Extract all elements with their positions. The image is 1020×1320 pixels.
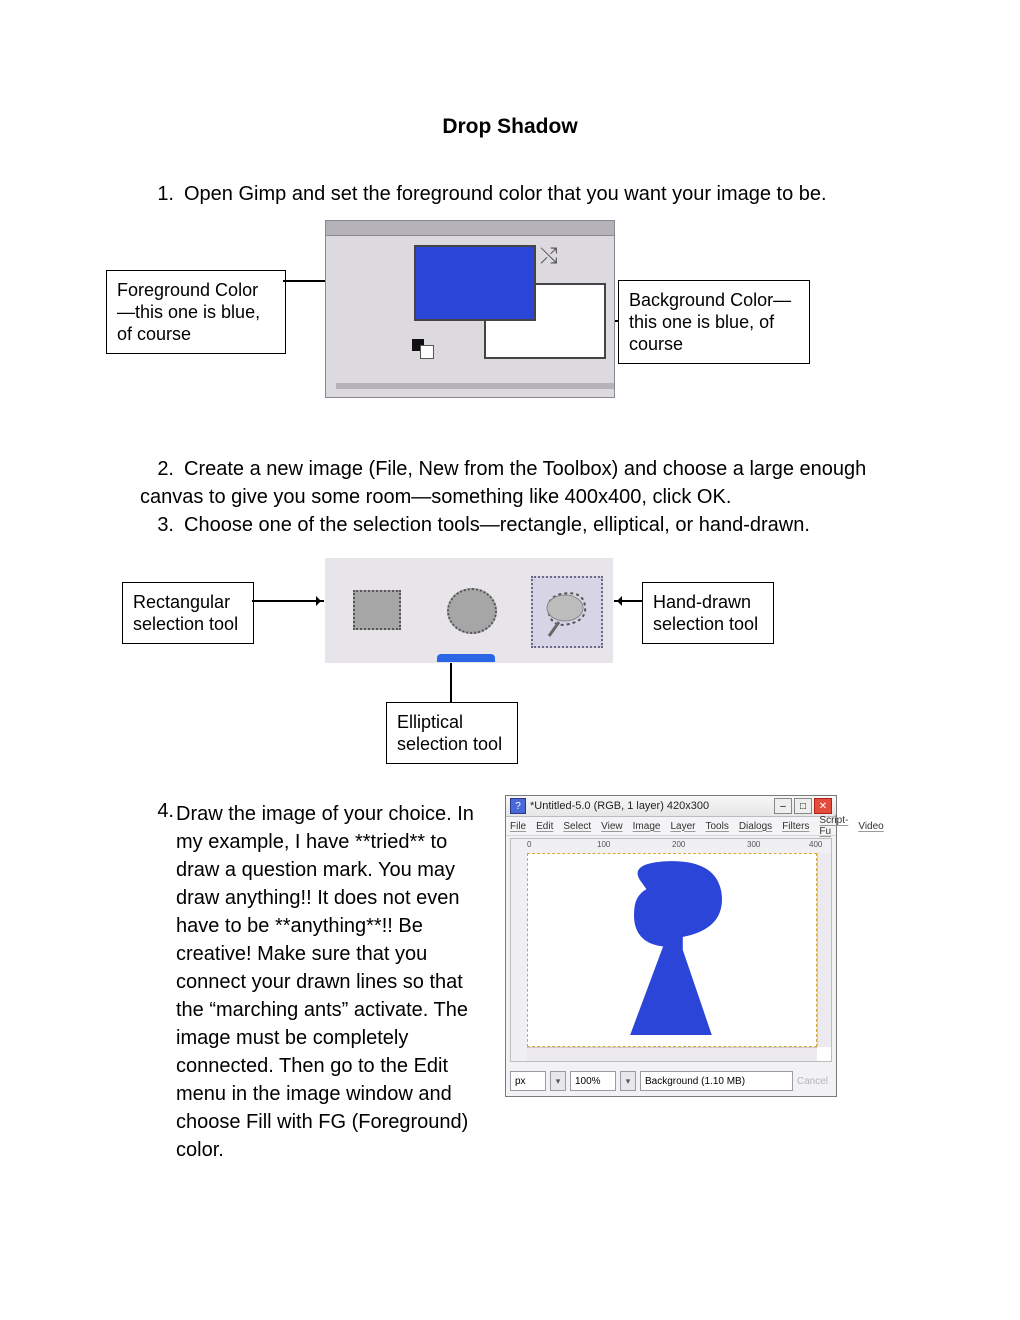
window-title: *Untitled-5.0 (RGB, 1 layer) 420x300	[530, 800, 772, 812]
window-titlebar: ? *Untitled-5.0 (RGB, 1 layer) 420x300 –…	[506, 796, 836, 817]
ruler-tick: 0	[527, 840, 531, 849]
callout-background-color: Background Color—this one is blue, of co…	[618, 280, 810, 364]
menu-video[interactable]: Video	[858, 821, 883, 832]
menu-image[interactable]: Image	[633, 821, 661, 832]
callout-foreground-color: Foreground Color—this one is blue, of co…	[106, 270, 286, 354]
callout-rectangular-tool: Rectangular selection tool	[122, 582, 254, 644]
maximize-button[interactable]: □	[794, 798, 812, 814]
menu-layer[interactable]: Layer	[670, 821, 695, 832]
zoom-dropdown-icon[interactable]: ▾	[620, 1071, 636, 1091]
menu-view[interactable]: View	[601, 821, 623, 832]
tool-selection-indicator	[437, 654, 495, 662]
menu-filters[interactable]: Filters	[782, 821, 809, 832]
foreground-color-swatch	[414, 245, 536, 321]
free-select-tool-icon	[531, 576, 603, 648]
step-2: 2.Create a new image (File, New from the…	[140, 455, 900, 511]
unit-field[interactable]: px	[510, 1071, 546, 1091]
step-1: 1. Open Gimp and set the foreground color…	[140, 180, 900, 208]
horizontal-ruler: 0 100 200 300 400	[527, 839, 831, 854]
step-3-text: Choose one of the selection tools—rectan…	[184, 514, 810, 536]
horizontal-scrollbar[interactable]	[527, 1047, 817, 1061]
ruler-tick: 400	[809, 840, 822, 849]
menu-select[interactable]: Select	[563, 821, 591, 832]
vertical-ruler	[511, 839, 528, 1061]
step-4-text: Draw the image of your choice. In my exa…	[176, 800, 496, 1164]
step-1-text: Open Gimp and set the foreground color t…	[184, 183, 827, 205]
arrow-to-free-tool	[614, 600, 642, 602]
unit-dropdown-icon[interactable]: ▾	[550, 1071, 566, 1091]
cancel-label: Cancel	[797, 1076, 832, 1087]
callout-elliptical-tool: Elliptical selection tool	[386, 702, 518, 764]
image-area: 0 100 200 300 400	[510, 838, 832, 1062]
gimp-color-swatch-figure: ⤭	[325, 220, 615, 398]
step-3-number: 3.	[140, 511, 174, 539]
step-4-number: 4.	[140, 800, 174, 823]
status-text: Background (1.10 MB)	[640, 1071, 793, 1091]
gimp-logo-icon: ?	[510, 798, 526, 814]
step-2-text: Create a new image (File, New from the T…	[140, 458, 866, 508]
page-title: Drop Shadow	[0, 115, 1020, 139]
step-1-number: 1.	[140, 180, 174, 208]
swap-colors-icon: ⤭	[540, 243, 558, 269]
zoom-field[interactable]: 100%	[570, 1071, 616, 1091]
menu-file[interactable]: File	[510, 821, 526, 832]
step-2-number: 2.	[140, 455, 174, 483]
canvas[interactable]	[527, 853, 817, 1047]
rectangular-select-tool-icon	[343, 576, 411, 644]
gimp-image-window: ? *Untitled-5.0 (RGB, 1 layer) 420x300 –…	[505, 795, 837, 1097]
status-bar: px ▾ 100% ▾ Background (1.10 MB) Cancel	[510, 1070, 832, 1092]
close-button[interactable]: ✕	[814, 798, 832, 814]
menu-script-fu[interactable]: Script-Fu	[819, 815, 848, 837]
menu-tools[interactable]: Tools	[705, 821, 728, 832]
vertical-scrollbar[interactable]	[817, 853, 831, 1047]
selection-tools-figure	[325, 558, 613, 663]
default-colors-icon	[412, 339, 436, 357]
ruler-tick: 300	[747, 840, 760, 849]
step-3: 3. Choose one of the selection tools—rect…	[140, 511, 900, 539]
menu-edit[interactable]: Edit	[536, 821, 553, 832]
menu-dialogs[interactable]: Dialogs	[739, 821, 772, 832]
callout-hand-drawn-tool: Hand-drawn selection tool	[642, 582, 774, 644]
arrow-to-rect-tool	[252, 600, 324, 602]
menu-bar: File Edit Select View Image Layer Tools …	[506, 817, 836, 836]
minimize-button[interactable]: –	[774, 798, 792, 814]
ruler-tick: 200	[672, 840, 685, 849]
ruler-tick: 100	[597, 840, 610, 849]
elliptical-select-tool-icon	[437, 576, 505, 644]
